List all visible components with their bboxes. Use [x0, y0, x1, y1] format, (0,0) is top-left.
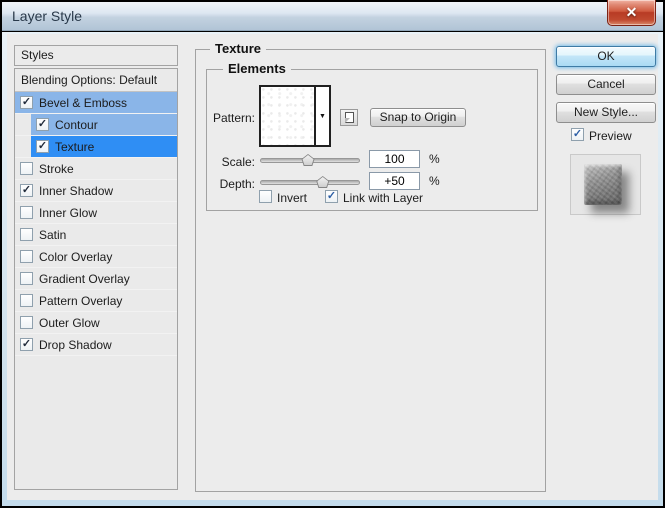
scale-label: Scale: [207, 155, 255, 169]
pattern-dropdown[interactable]: ▼ [314, 87, 329, 145]
style-item-checkbox[interactable] [20, 316, 33, 329]
ok-button[interactable]: OK [556, 46, 656, 67]
styles-item-contour[interactable]: ✓ Contour [15, 114, 177, 136]
styles-item-bevel-emboss[interactable]: ✓ Bevel & Emboss [15, 92, 177, 114]
new-preset-icon [345, 112, 354, 123]
snap-to-origin-button[interactable]: Snap to Origin [370, 108, 466, 127]
styles-panel-header: Styles [14, 45, 178, 66]
elements-group-box: Elements Pattern: ▼ Snap to Origin Scale… [206, 69, 538, 211]
style-preview-thumbnail [570, 154, 641, 215]
style-item-label: Color Overlay [39, 250, 112, 264]
scale-slider[interactable] [260, 158, 360, 163]
styles-item-blending-options[interactable]: Blending Options: Default [15, 69, 177, 92]
close-icon: ✕ [626, 4, 638, 20]
styles-item-stroke[interactable]: Stroke [15, 158, 177, 180]
style-item-checkbox[interactable] [20, 250, 33, 263]
styles-item-inner-shadow[interactable]: ✓ Inner Shadow [15, 180, 177, 202]
close-button[interactable]: ✕ [607, 0, 656, 26]
depth-label: Depth: [207, 177, 255, 191]
style-item-checkbox[interactable]: ✓ [36, 140, 49, 153]
preview-checkbox[interactable]: ✓ [571, 128, 584, 141]
link-with-layer-label: Link with Layer [343, 191, 423, 205]
style-item-checkbox[interactable]: ✓ [20, 96, 33, 109]
styles-item-gradient-overlay[interactable]: Gradient Overlay [15, 268, 177, 290]
dialog-title: Layer Style [12, 8, 82, 24]
texture-group-title: Texture [210, 41, 266, 56]
dropdown-arrow-icon: ▼ [319, 113, 326, 120]
style-item-label: Inner Shadow [39, 184, 113, 198]
style-item-label: Outer Glow [39, 316, 100, 330]
style-item-checkbox[interactable]: ✓ [20, 338, 33, 351]
titlebar[interactable]: Layer Style [2, 2, 663, 31]
preview-label: Preview [589, 129, 632, 143]
depth-unit: % [429, 174, 440, 188]
cancel-button[interactable]: Cancel [556, 74, 656, 95]
layer-style-dialog: Layer Style ✕ Styles Blending Options: D… [0, 0, 665, 508]
depth-slider[interactable] [260, 180, 360, 185]
styles-list-items: ✓ Bevel & Emboss ✓ Contour ✓ Texture Stroke ✓ In… [15, 92, 177, 356]
style-item-label: Pattern Overlay [39, 294, 122, 308]
styles-item-outer-glow[interactable]: Outer Glow [15, 312, 177, 334]
pattern-label: Pattern: [207, 111, 255, 125]
invert-label: Invert [277, 191, 307, 205]
texture-group-box: Texture Elements Pattern: ▼ Snap to Orig… [195, 49, 546, 492]
link-with-layer-checkbox[interactable]: ✓ [325, 190, 338, 203]
style-item-label: Drop Shadow [39, 338, 112, 352]
style-item-label: Gradient Overlay [39, 272, 130, 286]
styles-item-satin[interactable]: Satin [15, 224, 177, 246]
depth-slider-thumb[interactable] [316, 176, 329, 188]
style-item-checkbox[interactable] [20, 228, 33, 241]
style-item-label: Contour [55, 118, 98, 132]
style-item-checkbox[interactable] [20, 294, 33, 307]
styles-item-inner-glow[interactable]: Inner Glow [15, 202, 177, 224]
scale-unit: % [429, 152, 440, 166]
styles-item-color-overlay[interactable]: Color Overlay [15, 246, 177, 268]
style-item-checkbox[interactable] [20, 272, 33, 285]
window-frame: Styles Blending Options: Default ✓ Bevel … [2, 32, 663, 506]
style-item-label: Texture [55, 140, 94, 154]
elements-group-title: Elements [223, 61, 291, 76]
styles-item-drop-shadow[interactable]: ✓ Drop Shadow [15, 334, 177, 356]
style-item-checkbox[interactable] [20, 162, 33, 175]
style-item-checkbox[interactable]: ✓ [20, 184, 33, 197]
invert-checkbox[interactable] [259, 190, 272, 203]
style-item-label: Stroke [39, 162, 74, 176]
pattern-swatch[interactable] [261, 87, 314, 145]
new-style-button[interactable]: New Style... [556, 102, 656, 123]
style-item-checkbox[interactable] [20, 206, 33, 219]
style-item-checkbox[interactable]: ✓ [36, 118, 49, 131]
dialog-content: Styles Blending Options: Default ✓ Bevel … [7, 34, 658, 500]
preview-texture-square [584, 164, 622, 205]
pattern-picker[interactable]: ▼ [259, 85, 331, 147]
style-item-label: Satin [39, 228, 66, 242]
styles-item-texture[interactable]: ✓ Texture [15, 136, 177, 158]
styles-list: Blending Options: Default ✓ Bevel & Embos… [14, 68, 178, 490]
scale-value-input[interactable] [369, 150, 420, 168]
depth-value-input[interactable] [369, 172, 420, 190]
style-item-label: Bevel & Emboss [39, 96, 127, 110]
styles-item-pattern-overlay[interactable]: Pattern Overlay [15, 290, 177, 312]
style-item-label: Inner Glow [39, 206, 97, 220]
scale-slider-thumb[interactable] [302, 154, 315, 166]
new-pattern-preset-button[interactable] [340, 109, 358, 126]
